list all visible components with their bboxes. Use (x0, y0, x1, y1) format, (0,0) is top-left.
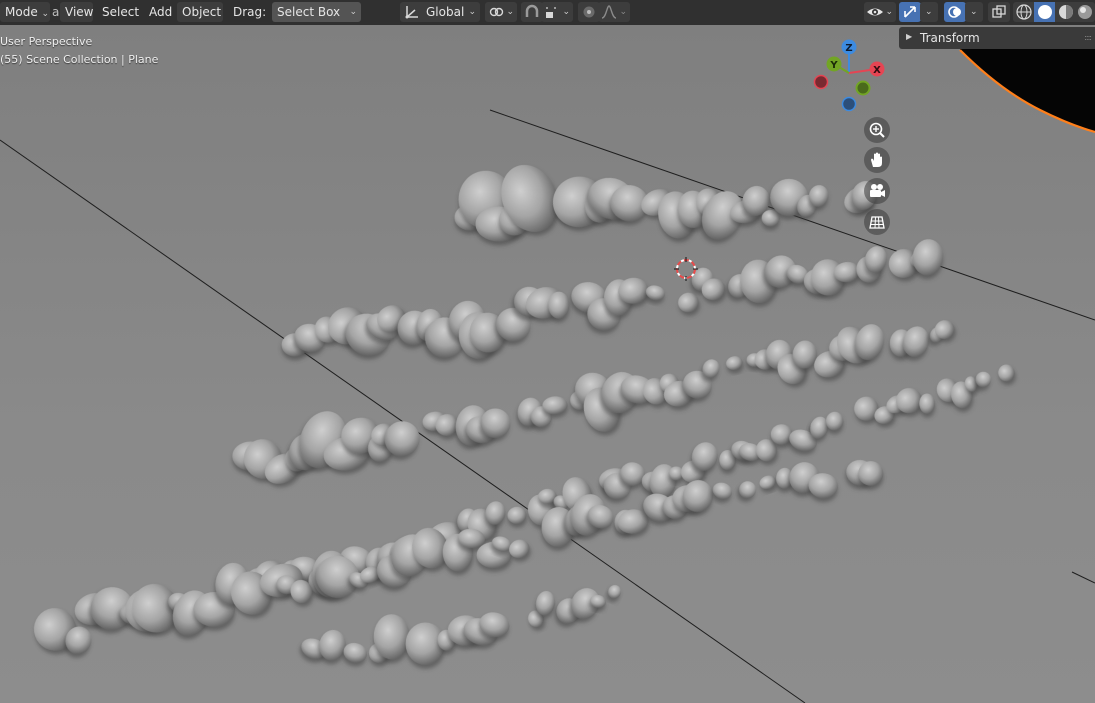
ortho-toggle-button[interactable] (864, 209, 890, 235)
navigation-gizmo[interactable]: Z X Y (806, 37, 892, 123)
xray-icon (992, 5, 1006, 18)
proportional-editing-icon (583, 6, 595, 18)
transform-panel-title: Transform (920, 31, 980, 45)
snap-increment-icon (546, 7, 556, 18)
neg-z-axis-ball[interactable] (841, 96, 857, 112)
zoom-icon (869, 122, 885, 138)
object-menu-label: Object (182, 5, 222, 19)
metaball-blob (608, 585, 622, 599)
transform-panel-header[interactable]: ▶ Transform :::: (899, 27, 1095, 49)
wireframe-shading-icon[interactable] (1015, 3, 1033, 21)
drag-tool-dropdown[interactable]: Select Box ⌄ (272, 2, 361, 22)
metaball-blob (739, 481, 757, 499)
view-name-text: User Perspective (0, 35, 93, 48)
visibility-dropdown[interactable]: ⌄ (864, 2, 896, 22)
add-menu[interactable]: Add (144, 2, 178, 22)
solid-shading-icon (1038, 5, 1052, 19)
metaball-blob (825, 411, 844, 431)
object-menu[interactable]: Object (177, 2, 223, 22)
select-menu-label: Select (102, 5, 140, 19)
chevron-down-icon: ⌄ (885, 7, 893, 17)
z-axis-label: Z (845, 43, 852, 54)
metaball-blob (712, 482, 733, 500)
expand-triangle-icon: ▶ (906, 32, 913, 41)
drag-grip-icon[interactable]: :::: (1084, 33, 1092, 42)
mode-label: Mode (5, 5, 38, 19)
neg-y-axis-ball[interactable] (855, 80, 871, 96)
neg-x-axis-ball[interactable] (813, 74, 829, 90)
chevron-down-icon: ⌄ (468, 7, 476, 17)
metaball-blob (770, 424, 793, 445)
overlays-toggle[interactable] (944, 2, 966, 22)
xray-toggle[interactable] (988, 2, 1010, 22)
chevron-down-icon: ⌄ (506, 7, 514, 17)
pan-button[interactable] (864, 147, 890, 173)
plane-edge-line (1071, 571, 1095, 584)
camera-icon (870, 184, 885, 197)
y-axis-label: Y (829, 60, 838, 71)
metaball-blob (998, 364, 1015, 382)
solid-shading-button[interactable] (1034, 2, 1055, 22)
scene-canvas[interactable] (0, 25, 1095, 703)
overlays-icon (948, 6, 961, 18)
pivot-point-dropdown[interactable]: ⌄ (485, 2, 517, 22)
grid-ortho-icon (869, 216, 885, 229)
chevron-down-icon: ⌄ (349, 7, 357, 17)
chevron-down-icon: ⌄ (970, 7, 978, 17)
chevron-down-icon: ⌄ (619, 7, 627, 17)
falloff-curve-icon (601, 5, 617, 19)
view-menu-label: View (65, 5, 93, 19)
shading-mode-group (1013, 2, 1095, 22)
chevron-down-icon: ⌄ (41, 9, 50, 19)
transform-orientation-value: Global (426, 5, 465, 19)
mode-dropdown[interactable]: Mode ⌄ (0, 2, 50, 22)
metaball-text-object[interactable] (28, 156, 1016, 665)
metaball-blob (678, 292, 699, 313)
transform-orientation-icon (402, 2, 424, 22)
gizmo-icon (904, 6, 916, 18)
drag-tool-value: Select Box (277, 5, 341, 19)
falloff-dropdown[interactable]: ⌄ (598, 2, 630, 22)
metaball-blob (759, 475, 777, 489)
collection-info-text: (55) Scene Collection | Plane (0, 53, 159, 66)
add-menu-label: Add (149, 5, 173, 19)
pan-hand-icon (871, 152, 882, 167)
eye-icon (867, 8, 883, 16)
snap-magnet-icon (525, 4, 539, 17)
drag-label: Drag: (233, 5, 267, 19)
material-shading-icon[interactable] (1057, 3, 1075, 21)
metaball-blob (726, 356, 743, 370)
chevron-down-icon: ⌄ (562, 7, 570, 17)
pivot-point-icon (489, 7, 504, 17)
view-menu[interactable]: View (60, 2, 93, 22)
gizmo-toggle[interactable] (899, 2, 921, 22)
camera-view-button[interactable] (864, 178, 890, 204)
x-axis-label: X (873, 65, 881, 76)
metaball-blob (919, 393, 935, 414)
proportional-editing-toggle[interactable] (578, 2, 600, 22)
rendered-shading-icon[interactable] (1076, 3, 1094, 21)
3d-viewport[interactable]: User Perspective (55) Scene Collection |… (0, 25, 1095, 703)
metaball-blob (507, 506, 527, 524)
chevron-down-icon: ⌄ (925, 7, 933, 17)
snap-toggle[interactable] (521, 2, 543, 22)
select-menu[interactable]: Select (97, 2, 143, 22)
snap-target-dropdown[interactable]: ⌄ (541, 2, 573, 22)
gizmo-dropdown[interactable]: ⌄ (920, 2, 938, 22)
zoom-button[interactable] (864, 117, 890, 143)
viewport-header: Mode ⌄ a View Select Add Object Drag: Se… (0, 0, 1095, 25)
overlays-dropdown[interactable]: ⌄ (965, 2, 983, 22)
